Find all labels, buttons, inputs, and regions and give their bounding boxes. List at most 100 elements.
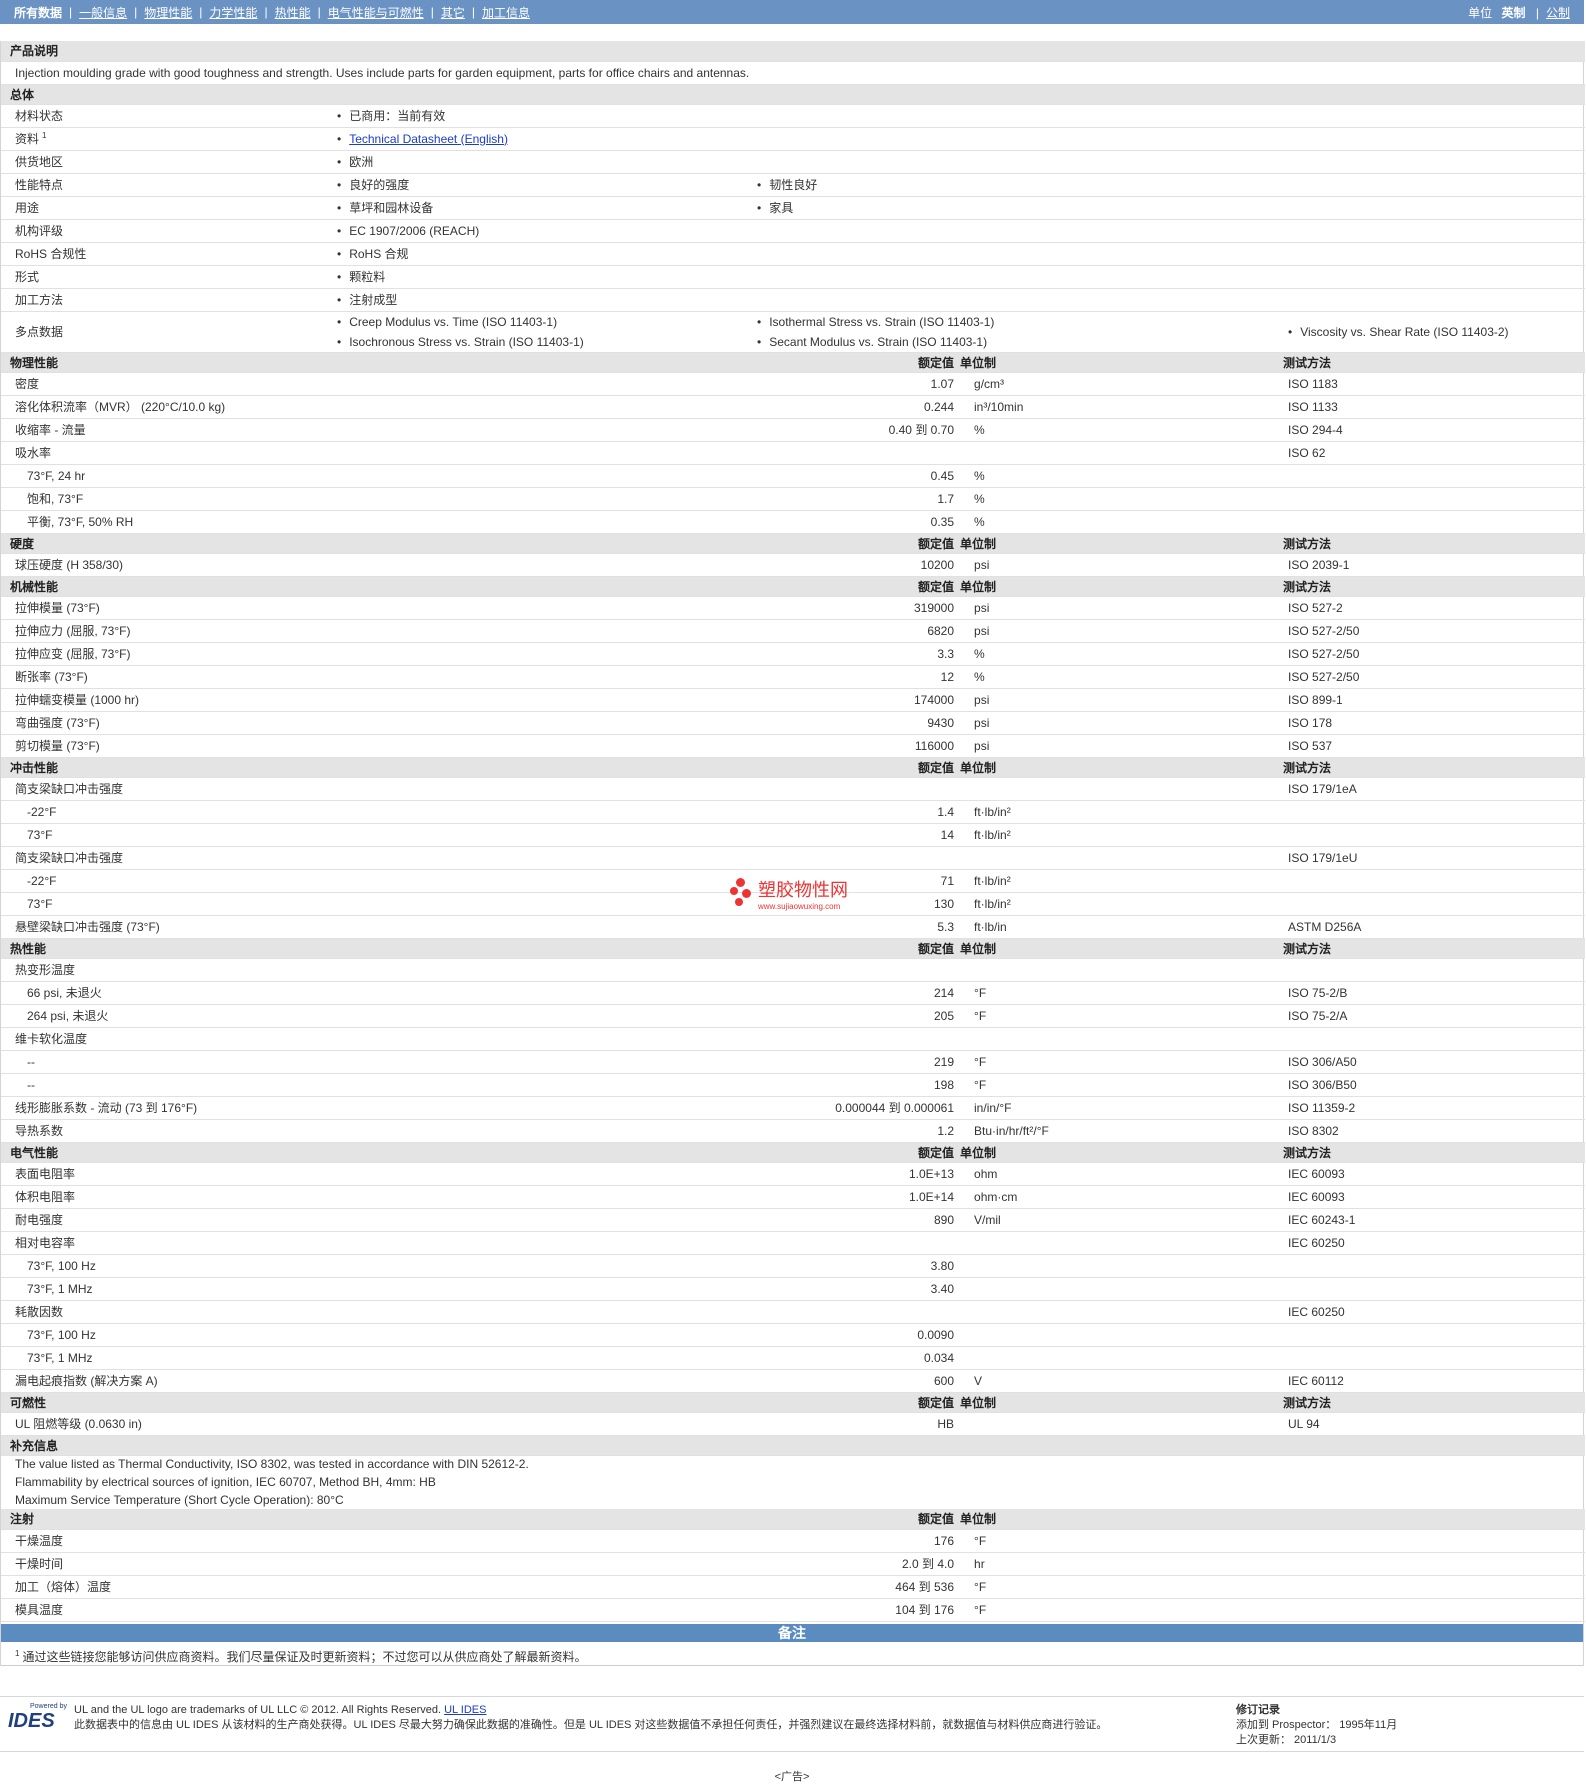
general-row: 性能特点良好的强度韧性良好 xyxy=(1,173,1586,197)
property-row: 漏电起痕指数 (解决方案 A) 600 V IEC 60112 xyxy=(1,1369,1586,1393)
col-header-unit: 单位制 xyxy=(960,576,1275,597)
ul-ides-link[interactable]: UL IDES xyxy=(444,1704,486,1716)
property-value: 0.45 xyxy=(743,464,961,488)
general-value-2 xyxy=(743,127,1586,151)
nav-tab-1[interactable]: 一般信息 xyxy=(79,4,127,21)
nav-tab-2[interactable]: 物理性能 xyxy=(144,4,192,21)
property-value: 3.40 xyxy=(743,1277,961,1301)
property-unit: % xyxy=(960,642,1275,666)
multipoint-link[interactable]: Isochronous Stress vs. Strain (ISO 11403… xyxy=(337,335,584,349)
unit-imperial-option[interactable]: 英制 xyxy=(1502,4,1526,21)
property-row: -- 198 °F ISO 306/B50 xyxy=(1,1073,1586,1097)
property-row: 悬壁梁缺口冲击强度 (73°F) 5.3 ft·lb/in ASTM D256A xyxy=(1,915,1586,939)
unit-switcher: 单位 英制 | 公制 xyxy=(1468,4,1570,21)
nav-tab-6[interactable]: 其它 xyxy=(441,4,465,21)
property-row: 加工（熔体）温度 464 到 536 °F xyxy=(1,1575,1586,1599)
property-value: 1.0E+14 xyxy=(743,1185,961,1209)
multipoint-link[interactable]: Creep Modulus vs. Time (ISO 11403-1) xyxy=(337,315,557,329)
nav-tab-4[interactable]: 热性能 xyxy=(275,4,311,21)
property-method: ISO 8302 xyxy=(1274,1119,1586,1143)
nav-tab-7[interactable]: 加工信息 xyxy=(482,4,530,21)
property-label: 简支梁缺口冲击强度 xyxy=(1,846,744,870)
multipoint-link[interactable]: Isothermal Stress vs. Strain (ISO 11403-… xyxy=(757,315,994,329)
col-header-unit: 单位制 xyxy=(960,1142,1275,1163)
property-unit: psi xyxy=(960,734,1275,758)
property-method: IEC 60243-1 xyxy=(1274,1208,1586,1232)
property-unit: % xyxy=(960,665,1275,689)
property-label: 73°F, 100 Hz xyxy=(1,1323,744,1347)
col-header-method: 测试方法 xyxy=(1274,757,1586,778)
general-label: 性能特点 xyxy=(1,173,323,197)
property-label: 干燥时间 xyxy=(1,1552,744,1576)
property-row: 73°F, 100 Hz 0.0090 xyxy=(1,1323,1586,1347)
multipoint-link[interactable]: Secant Modulus vs. Strain (ISO 11403-1) xyxy=(757,335,987,349)
property-method: ISO 179/1eA xyxy=(1274,777,1586,801)
multipoint-label: 多点数据 xyxy=(1,311,323,353)
nav-tab-3[interactable]: 力学性能 xyxy=(209,4,257,21)
property-unit: °F xyxy=(960,1073,1275,1097)
property-value: 219 xyxy=(743,1050,961,1074)
property-method: ISO 1183 xyxy=(1274,372,1586,396)
property-value: 600 xyxy=(743,1369,961,1393)
general-row: 形式颗粒料 xyxy=(1,265,1586,289)
general-row: 用途草坪和园林设备家具 xyxy=(1,196,1586,220)
col-header-unit: 单位制 xyxy=(960,1509,1275,1530)
property-value: 198 xyxy=(743,1073,961,1097)
property-value xyxy=(743,846,961,870)
property-row: 维卡软化温度 xyxy=(1,1027,1586,1051)
nav-tab-5[interactable]: 电气性能与可燃性 xyxy=(328,4,424,21)
notes-header: 备注 xyxy=(1,1623,1583,1642)
property-row: 热变形温度 xyxy=(1,958,1586,982)
property-value xyxy=(743,1300,961,1324)
general-row: 供货地区欧洲 xyxy=(1,150,1586,174)
property-method: ISO 527-2 xyxy=(1274,596,1586,620)
property-label: 密度 xyxy=(1,372,744,396)
property-unit xyxy=(960,1300,1275,1324)
multipoint-link[interactable]: Viscosity vs. Shear Rate (ISO 11403-2) xyxy=(1288,325,1509,339)
general-label: 形式 xyxy=(1,265,323,289)
cell xyxy=(1274,1529,1586,1553)
property-method: ISO 11359-2 xyxy=(1274,1096,1586,1120)
category-tabs: 所有数据 | 一般信息 | 物理性能 | 力学性能 | 热性能 | 电气性能与可燃性 | 其它 | 加工信息 xyxy=(14,4,530,21)
nav-tab-0[interactable]: 所有数据 xyxy=(14,4,62,21)
unit-metric-link[interactable]: 公制 xyxy=(1546,4,1570,21)
property-row: 73°F, 100 Hz 3.80 xyxy=(1,1254,1586,1278)
property-unit xyxy=(960,1254,1275,1278)
property-row: 收缩率 - 流量 0.40 到 0.70% ISO 294-4 xyxy=(1,418,1586,442)
property-value: 10200 xyxy=(743,553,961,577)
general-value-2 xyxy=(743,150,1586,174)
section-title: 硬度 xyxy=(1,533,744,554)
property-method: ISO 306/A50 xyxy=(1274,1050,1586,1074)
property-label: 线形膨胀系数 - 流动 (73 到 176°F) xyxy=(1,1096,744,1120)
property-row: 剪切模量 (73°F) 116000 psi ISO 537 xyxy=(1,734,1586,758)
property-method: IEC 60112 xyxy=(1274,1369,1586,1393)
property-row: 平衡, 73°F, 50% RH 0.35% xyxy=(1,510,1586,534)
section-header: 产品说明 xyxy=(1,41,1586,62)
section-header: 补充信息 xyxy=(1,1435,1586,1456)
property-label: 表面电阻率 xyxy=(1,1162,744,1186)
section-title: 产品说明 xyxy=(1,41,744,62)
section-title: 补充信息 xyxy=(1,1435,744,1456)
property-value: 3.3 xyxy=(743,642,961,666)
property-unit: hr xyxy=(960,1552,1275,1576)
supplemental-text: Maximum Service Temperature (Short Cycle… xyxy=(15,1493,344,1507)
property-method: IEC 60093 xyxy=(1274,1185,1586,1209)
property-method: ISO 527-2/50 xyxy=(1274,619,1586,643)
footer-legal: UL and the UL logo are trademarks of UL … xyxy=(74,1703,1108,1731)
property-label: 耗散因数 xyxy=(1,1300,744,1324)
property-value: HB xyxy=(743,1412,961,1436)
top-nav-bar: 所有数据 | 一般信息 | 物理性能 | 力学性能 | 热性能 | 电气性能与可燃性 | 其它 | 加工信息… xyxy=(0,0,1584,24)
datasheet-link[interactable]: Technical Datasheet (English) xyxy=(349,132,508,146)
property-row: -- 219 °F ISO 306/A50 xyxy=(1,1050,1586,1074)
col-header-nominal: 额定值 xyxy=(743,533,961,554)
property-value xyxy=(743,441,961,465)
property-value: 0.0090 xyxy=(743,1323,961,1347)
property-method xyxy=(1274,1323,1586,1347)
property-unit xyxy=(960,1027,1275,1051)
property-value: 9430 xyxy=(743,711,961,735)
property-method: ISO 178 xyxy=(1274,711,1586,735)
section-header: 注射 额定值 单位制 xyxy=(1,1509,1586,1530)
property-method: ASTM D256A xyxy=(1274,915,1586,939)
property-unit: % xyxy=(960,510,1275,534)
property-label: -- xyxy=(1,1050,744,1074)
